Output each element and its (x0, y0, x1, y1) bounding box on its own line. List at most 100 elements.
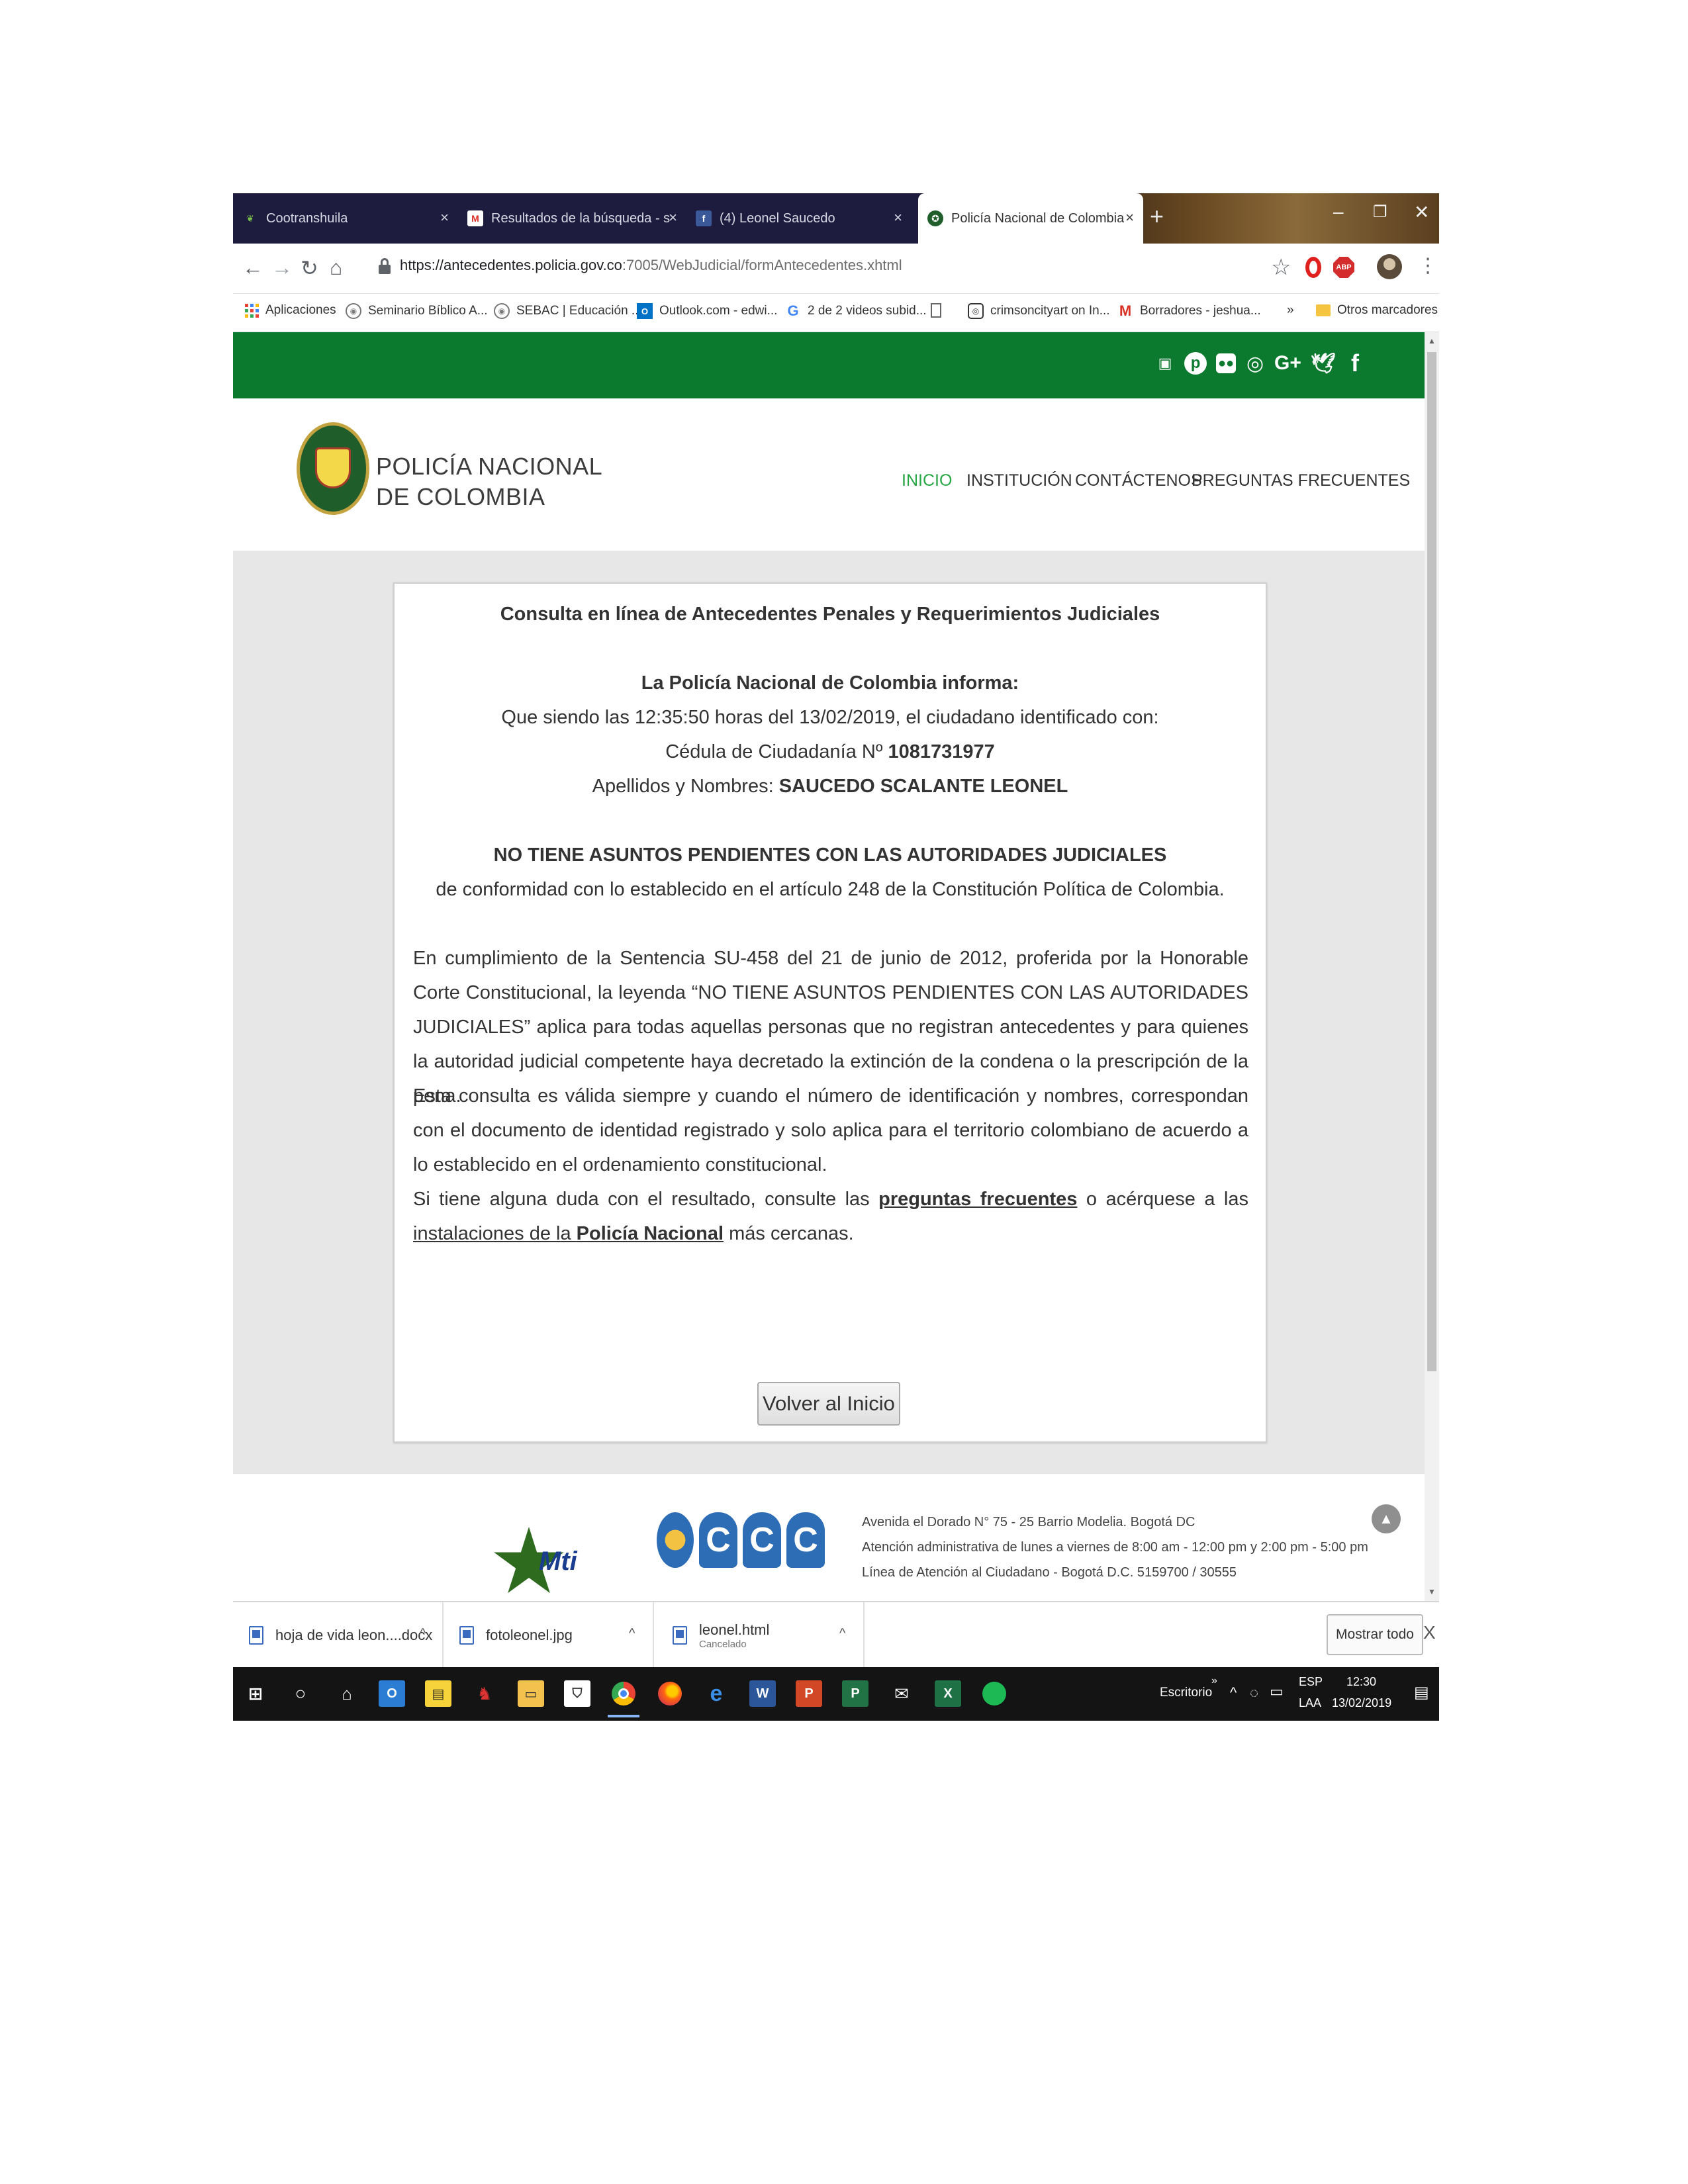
download-item-html[interactable]: leonel.html Cancelado ^ (654, 1602, 865, 1668)
language-bottom[interactable]: LAA (1299, 1696, 1321, 1710)
police-emblem-icon[interactable] (297, 414, 369, 522)
close-shelf-icon[interactable]: X (1423, 1622, 1436, 1643)
cortana-icon[interactable]: ○ (287, 1680, 314, 1707)
bookmark-google[interactable]: G 2 de 2 videos subid... (785, 302, 926, 319)
windows-start-icon[interactable]: ⊞ (242, 1680, 269, 1707)
flickr-icon[interactable]: ●● (1216, 353, 1237, 373)
google-icon: G (787, 302, 799, 319)
page-scrollbar[interactable]: ▲ ▼ (1425, 332, 1439, 1601)
reload-icon[interactable]: ↻ (301, 255, 318, 281)
scroll-up-arrow-icon[interactable]: ▲ (1428, 336, 1436, 345)
instagram-icon[interactable]: ◎ (1245, 352, 1265, 375)
volver-al-inicio-button[interactable]: Volver al Inicio (757, 1382, 900, 1426)
link-preguntas-frecuentes[interactable]: preguntas frecuentes (878, 1189, 1077, 1210)
chevron-up-icon[interactable]: ^ (420, 1626, 426, 1641)
clock-time[interactable]: 12:30 (1346, 1675, 1376, 1689)
close-window-icon[interactable]: ✕ (1414, 201, 1429, 223)
bookmark-outlook[interactable]: O Outlook.com - edwi... (637, 303, 777, 319)
adblock-icon[interactable]: ABP (1333, 257, 1354, 278)
footer-phone: Línea de Atención al Ciudadano - Bogotá … (862, 1565, 1237, 1580)
nav-preguntas-frecuentes[interactable]: PREGUNTAS FRECUENTES (1192, 471, 1410, 490)
publisher-icon[interactable]: P (842, 1680, 868, 1707)
scroll-to-top-button[interactable]: ▲ (1372, 1504, 1401, 1533)
google-plus-icon[interactable]: G+ (1274, 352, 1301, 375)
bookmarks-more[interactable]: » (1287, 303, 1294, 318)
twitter-icon[interactable]: 🕊 (1311, 352, 1336, 375)
language-top[interactable]: ESP (1299, 1675, 1323, 1689)
site-brand[interactable]: POLICÍA NACIONAL DE COLOMBIA (376, 451, 602, 512)
back-icon[interactable]: ← (242, 255, 263, 280)
chevron-up-icon[interactable]: ^ (629, 1626, 635, 1641)
lock-icon[interactable] (379, 258, 391, 274)
scrollbar-thumb[interactable] (1427, 352, 1436, 1371)
word-icon[interactable]: W (749, 1680, 776, 1707)
bookmark-aplicaciones[interactable]: Aplicaciones (245, 303, 336, 318)
mintic-logo[interactable]: Mti (492, 1520, 579, 1601)
url-field[interactable]: https://antecedentes.policia.gov.co:7005… (400, 257, 902, 274)
tab-title: Resultados de la búsqueda - sau (491, 210, 670, 226)
scroll-down-arrow-icon[interactable]: ▼ (1428, 1587, 1436, 1596)
download-name: leonel.html (699, 1621, 770, 1638)
mail-icon[interactable]: ✉ (888, 1680, 915, 1707)
link-instalaciones[interactable]: instalaciones de la Policía Nacional (413, 1223, 724, 1244)
home-app-icon[interactable]: ⌂ (334, 1680, 360, 1707)
nav-institucion[interactable]: INSTITUCIÓN (966, 471, 1072, 490)
maximize-icon[interactable]: ❐ (1373, 203, 1387, 222)
status-reference: de conformidad con lo establecido en el … (436, 879, 1225, 900)
tab-facebook[interactable]: f (4) Leonel Saucedo × (686, 193, 912, 244)
battery-icon[interactable]: ▭ (1270, 1683, 1284, 1700)
download-item-docx[interactable]: hoja de vida leon....docx ^ (233, 1602, 444, 1668)
desktop-toolbar-label[interactable]: Escritorio (1160, 1686, 1212, 1700)
close-tab-icon[interactable]: × (1125, 209, 1134, 226)
close-tab-icon[interactable]: × (669, 209, 677, 226)
show-all-downloads-button[interactable]: Mostrar todo (1327, 1614, 1423, 1655)
bookmark-instagram[interactable]: ◎ crimsoncityart on In... (968, 303, 1110, 319)
names-value: SAUCEDO SCALANTE LEONEL (778, 776, 1068, 797)
opera-icon[interactable] (1305, 257, 1321, 278)
edge-icon[interactable]: e (703, 1680, 729, 1707)
excel-icon[interactable]: X (935, 1680, 961, 1707)
outlook-app-icon[interactable]: O (379, 1680, 405, 1707)
toolbar-expand-icon[interactable]: » (1211, 1675, 1217, 1687)
wifi-icon[interactable]: ◌ (1250, 1684, 1258, 1702)
instagram-icon: ◎ (968, 303, 984, 319)
nav-inicio[interactable]: INICIO (902, 471, 952, 490)
seminary-icon: ◉ (346, 303, 361, 319)
store-icon[interactable]: ⛉ (564, 1680, 590, 1707)
spotify-icon[interactable] (981, 1680, 1008, 1707)
download-item-jpg[interactable]: fotoleonel.jpg ^ (444, 1602, 654, 1668)
ccc-logo[interactable]: C C C (657, 1512, 825, 1568)
chevron-up-icon[interactable]: ^ (839, 1626, 845, 1641)
sticky-notes-icon[interactable]: ▤ (425, 1680, 451, 1707)
new-tab-button[interactable]: + (1150, 203, 1164, 230)
menu-kebab-icon[interactable]: ⋮ (1418, 254, 1438, 277)
profile-avatar[interactable] (1377, 254, 1402, 279)
bookmark-seminario[interactable]: ◉ Seminario Bíblico A... (346, 303, 488, 319)
brand-line-2: DE COLOMBIA (376, 483, 545, 510)
clock-date[interactable]: 13/02/2019 (1332, 1696, 1391, 1710)
tab-policia-active[interactable]: ✪ Policía Nacional de Colombia × (918, 193, 1143, 244)
file-explorer-icon[interactable]: ▭ (518, 1680, 544, 1707)
tray-chevron-up-icon[interactable]: ^ (1230, 1684, 1237, 1702)
close-tab-icon[interactable]: × (440, 209, 449, 226)
minimize-icon[interactable]: – (1333, 201, 1344, 222)
bookmark-borradores[interactable]: M Borradores - jeshua... (1117, 302, 1261, 319)
facebook-icon[interactable]: f (1345, 349, 1365, 377)
tab-cootranshuila[interactable]: ❦ Cootranshuila × (233, 193, 458, 244)
game-app-icon[interactable]: ♞ (471, 1680, 498, 1707)
bookmark-otros-marcadores[interactable]: Otros marcadores (1316, 303, 1438, 318)
nav-contactenos[interactable]: CONTÁCTENOS (1075, 471, 1202, 490)
bookmark-star-icon[interactable]: ☆ (1271, 254, 1291, 281)
close-tab-icon[interactable]: × (894, 209, 902, 226)
bookmark-sebac[interactable]: ◉ SEBAC | Educación ... (494, 303, 642, 319)
tab-gmail-search[interactable]: M Resultados de la búsqueda - sau × (458, 193, 686, 244)
chrome-icon[interactable] (608, 1680, 639, 1717)
powerpoint-icon[interactable]: P (796, 1680, 822, 1707)
firefox-icon[interactable] (657, 1680, 683, 1707)
pinterest-icon[interactable]: p (1184, 352, 1207, 375)
home-icon[interactable]: ⌂ (330, 255, 342, 280)
youtube-icon[interactable]: ▣ (1155, 356, 1175, 371)
bookmark-page[interactable] (931, 303, 948, 318)
forward-icon[interactable]: → (271, 255, 293, 280)
notifications-icon[interactable]: ▤ (1414, 1683, 1429, 1702)
